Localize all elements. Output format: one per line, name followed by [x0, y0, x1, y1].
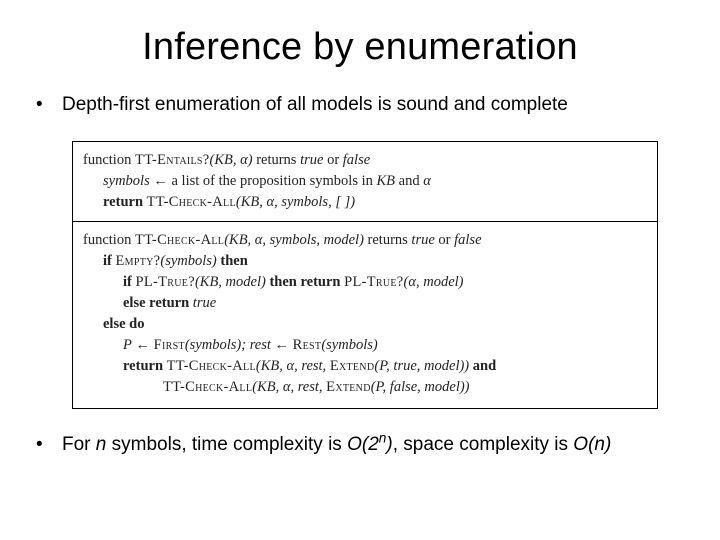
bullet-1-text: Depth-first enumeration of all models is…: [62, 93, 568, 117]
bullet-1: • Depth-first enumeration of all models …: [36, 93, 690, 117]
bullet-dot-icon: •: [36, 433, 62, 457]
algo-line-7: else return true: [83, 293, 647, 314]
bullet-dot-icon: •: [36, 93, 62, 117]
algo-line-1: function TT-Entails?(KB, α) returns true…: [83, 150, 647, 171]
slide: Inference by enumeration • Depth-first e…: [0, 0, 720, 540]
algo-line-3: return TT-Check-All(KB, α, symbols, [ ]): [83, 192, 647, 213]
algo-line-5: if Empty?(symbols) then: [83, 251, 647, 272]
algo-line-10: return TT-Check-All(KB, α, rest, Extend(…: [83, 356, 647, 377]
algo-line-8: else do: [83, 314, 647, 335]
algo-line-4: function TT-Check-All(KB, α, symbols, mo…: [83, 230, 647, 251]
slide-title: Inference by enumeration: [0, 0, 720, 93]
bullet-2: • For n symbols, time complexity is O(2n…: [36, 433, 690, 457]
algo-line-11: TT-Check-All(KB, α, rest, Extend(P, fals…: [83, 377, 647, 398]
bullet-2-text: For n symbols, time complexity is O(2n),…: [62, 433, 611, 457]
algo-line-2: symbols ← a list of the proposition symb…: [83, 171, 647, 192]
algorithm-box: function TT-Entails?(KB, α) returns true…: [72, 141, 658, 409]
algo-line-9: P ← First(symbols); rest ← Rest(symbols): [83, 335, 647, 356]
algo-divider: [73, 221, 657, 222]
algo-line-6: if PL-True?(KB, model) then return PL-Tr…: [83, 272, 647, 293]
